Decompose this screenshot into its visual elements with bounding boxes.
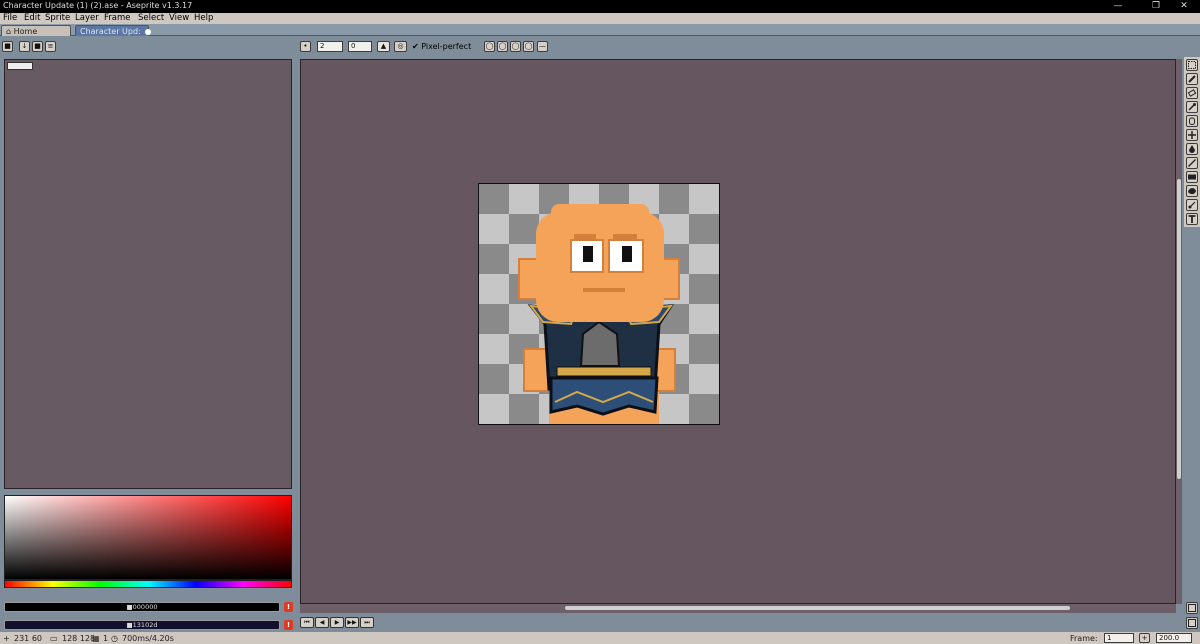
frame-field[interactable]: 1 [1104, 633, 1134, 643]
ink-button[interactable]: ▲ [377, 41, 390, 52]
foreground-color-bar[interactable]: ■000000 [4, 602, 280, 612]
timeline-toggle-button[interactable] [1186, 602, 1198, 614]
play-button[interactable]: ▶ [330, 617, 344, 628]
vertical-scrollbar[interactable] [1176, 59, 1182, 604]
rect-marquee-icon[interactable] [1186, 59, 1198, 71]
first-frame-button[interactable]: ⏮ [300, 617, 314, 628]
onion-skin-button[interactable]: ■ [32, 41, 43, 52]
hand-icon[interactable] [1186, 115, 1198, 127]
ink-icon: ▲ [380, 42, 387, 50]
cursor-icon: + [3, 634, 10, 643]
bg-warning-icon[interactable]: ! [284, 620, 293, 630]
menu-frame[interactable]: Frame [104, 13, 130, 24]
menu-edit[interactable]: Edit [24, 13, 40, 24]
previous-frame-button[interactable]: ◀ [315, 617, 329, 628]
layer-thumbnail[interactable] [7, 62, 33, 70]
blur-icon[interactable] [1186, 199, 1198, 211]
rectangle-icon[interactable] [1186, 171, 1198, 183]
brush-type-button[interactable]: • [300, 41, 311, 52]
brush-angle-field[interactable]: 0 [348, 41, 372, 52]
brush-size-field[interactable]: 2 [317, 41, 343, 52]
checkmark-icon: ✔ [412, 42, 419, 51]
tab-bar: ⌂ Home Character Upd: [0, 24, 1200, 36]
layers-panel[interactable] [4, 59, 292, 489]
title-bar: Character Update (1) (2).ase - Aseprite … [0, 0, 1200, 13]
eraser-icon[interactable] [1186, 87, 1198, 99]
pixel-perfect-label: Pixel-perfect [421, 42, 472, 51]
symmetry-both-icon[interactable]: ◯ [523, 41, 534, 52]
home-icon: ⌂ [6, 27, 12, 36]
frame-duration: 700ms/4.20s [122, 634, 174, 643]
menu-bar: File Edit Sprite Layer Frame Select View… [0, 13, 1200, 24]
pixel-perfect-toggle[interactable]: ✔ Pixel-perfect [412, 41, 471, 52]
line-icon[interactable] [1186, 157, 1198, 169]
zoom-field[interactable]: 200.0 [1156, 633, 1192, 643]
frame-icon: ▦ [92, 634, 100, 643]
frame-label: Frame: [1070, 634, 1098, 643]
hue-slider[interactable] [4, 580, 292, 588]
pencil-icon[interactable] [1186, 73, 1198, 85]
minimize-button[interactable]: — [1100, 0, 1136, 13]
preview-button[interactable] [1186, 617, 1198, 629]
clock-icon: ◷ [111, 634, 118, 643]
menu-sprite[interactable]: Sprite [45, 13, 70, 24]
symmetry-none-icon[interactable]: ◯ [484, 41, 495, 52]
canvas-editor[interactable] [300, 59, 1176, 604]
window-title: Character Update (1) (2).ase - Aseprite … [3, 1, 193, 10]
contour-icon[interactable] [1186, 185, 1198, 197]
menu-help[interactable]: Help [194, 13, 213, 24]
fg-warning-icon[interactable]: ! [284, 602, 293, 612]
sprite-size: 128 128 [62, 634, 96, 643]
menu-view[interactable]: View [169, 13, 189, 24]
next-frame-button[interactable]: ▶▶ [345, 617, 359, 628]
tab-document-label: Character Upd: [80, 27, 141, 36]
symmetry-h-icon[interactable]: ◯ [497, 41, 508, 52]
fill-bucket-icon[interactable] [1186, 143, 1198, 155]
horizontal-scrollbar[interactable] [300, 604, 1176, 613]
sprite-size-icon: ▭ [50, 634, 58, 643]
sprite-canvas[interactable] [478, 183, 720, 425]
tab-home-label: Home [13, 27, 38, 36]
close-button[interactable]: ✕ [1166, 0, 1200, 13]
move-icon[interactable] [1186, 129, 1198, 141]
dynamics-icon: ◎ [397, 42, 404, 50]
symmetry-options-button[interactable]: — [537, 41, 548, 52]
move-down-button[interactable]: ↓ [19, 41, 30, 52]
sprite-image [479, 184, 719, 424]
frame-index: 1 [103, 634, 109, 643]
background-color-bar[interactable]: ■13102d [4, 620, 280, 630]
vertical-scroll-thumb[interactable] [1177, 179, 1181, 479]
symmetry-v-icon[interactable]: ◯ [510, 41, 521, 52]
lock-layer-button[interactable]: ■ [2, 41, 13, 52]
horizontal-scroll-thumb[interactable] [565, 606, 1070, 610]
add-frame-button[interactable]: + [1139, 633, 1150, 643]
text-icon[interactable] [1186, 213, 1198, 225]
eyedropper-icon[interactable] [1186, 101, 1198, 113]
menu-select[interactable]: Select [138, 13, 164, 24]
tab-home[interactable]: ⌂ Home [1, 25, 71, 36]
color-saturation-value-picker[interactable] [4, 495, 292, 580]
menu-file[interactable]: File [3, 13, 17, 24]
menu-layer[interactable]: Layer [75, 13, 99, 24]
cursor-position: 231 60 [14, 634, 42, 643]
modified-dot-icon [145, 28, 152, 35]
last-frame-button[interactable]: ⏭ [360, 617, 374, 628]
status-bar [0, 632, 1200, 644]
layer-menu-button[interactable]: ≡ [45, 41, 56, 52]
dynamics-button[interactable]: ◎ [394, 41, 407, 52]
tab-document[interactable]: Character Upd: [75, 25, 152, 36]
